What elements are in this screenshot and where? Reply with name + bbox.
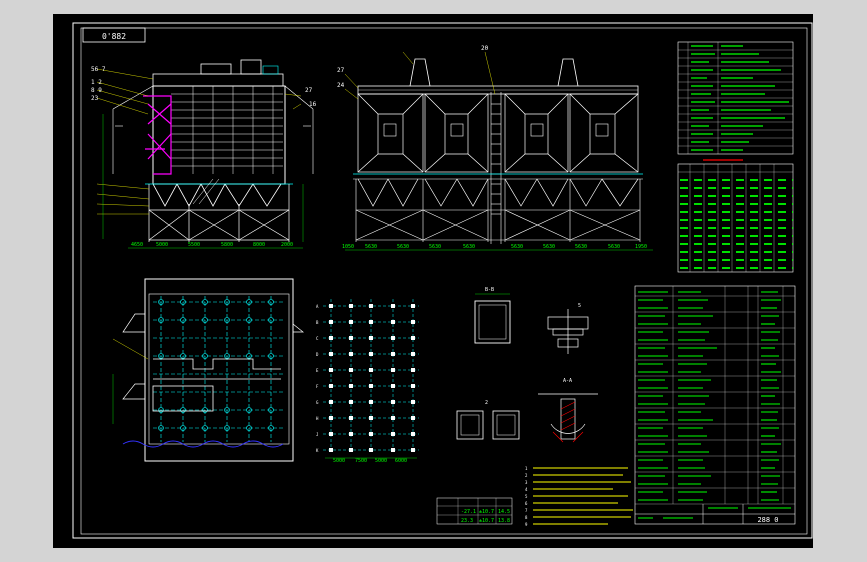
grid-row-label: J — [316, 432, 318, 437]
cad-drawing: 0'882 56 7 1 2 8 9 23 27 16 4650 5000 55… — [72, 22, 813, 539]
small-table-cell: 13.8 — [498, 518, 510, 524]
small-table-cell: -27.1 — [461, 509, 476, 515]
part-callout-23: 23 — [91, 95, 99, 102]
detail-label-b: B-B — [485, 287, 494, 293]
detail-label-a-a: A-A — [563, 378, 572, 384]
note-number: 8 — [525, 515, 528, 520]
front-dim-4: 5800 — [221, 242, 233, 248]
plan-view — [112, 278, 304, 462]
small-data-table: -27.1 ±10.7 14.5 23.3 ±10.7 13.8 — [436, 497, 513, 525]
detail-label-5: 5 — [578, 303, 581, 309]
technical-notes: 1 2 3 4 5 6 7 8 9 — [525, 466, 633, 527]
side-dim-1: 1050 — [342, 244, 354, 250]
side-callout-24: 24 — [337, 82, 345, 89]
drawing-number-top: 0'882 — [102, 32, 126, 41]
part-callout-27: 27 — [305, 87, 313, 94]
parts-list-table: 288 0 — [634, 285, 796, 525]
note-number: 5 — [525, 494, 528, 499]
front-elevation-view: 56 7 1 2 8 9 23 27 16 4650 5000 5500 580… — [91, 59, 317, 249]
front-dim-2: 5000 — [156, 242, 168, 248]
grid-row-label: A — [316, 304, 319, 309]
foundation-grid-view: A B C D E F G H J K 5000 7500 5000 6000 — [316, 299, 419, 464]
side-dim-7: 5630 — [543, 244, 555, 250]
small-table-cell: ±10.7 — [479, 518, 494, 524]
grid-row-label: D — [316, 352, 319, 357]
grid-row-label: H — [316, 416, 319, 421]
side-dim-2: 5630 — [365, 244, 377, 250]
front-dim-5: 8000 — [253, 242, 265, 248]
grid-dim-4: 6000 — [395, 458, 407, 464]
detail-views: B-B 2 5 A-A — [456, 287, 598, 443]
grid-dim-3: 5000 — [375, 458, 387, 464]
grid-row-label: F — [316, 384, 319, 389]
note-number: 7 — [525, 508, 528, 513]
side-dim-8: 5630 — [575, 244, 587, 250]
part-callout-1-2: 1 2 — [91, 79, 102, 86]
side-callout-20: 20 — [481, 45, 489, 52]
side-dim-4: 5630 — [429, 244, 441, 250]
front-dim-1: 4650 — [131, 242, 143, 248]
note-number: 4 — [525, 487, 528, 492]
note-number: 9 — [525, 522, 528, 527]
grid-row-label: G — [316, 400, 319, 405]
note-number: 3 — [525, 480, 528, 485]
small-table-cell: 14.5 — [498, 509, 510, 515]
part-callout-8-9: 8 9 — [91, 87, 102, 94]
grid-row-label: B — [316, 320, 319, 325]
detail-label-2: 2 — [485, 400, 488, 406]
grid-row-label: K — [316, 448, 319, 453]
small-table-cell: ±10.7 — [479, 509, 494, 515]
part-callout-16: 16 — [309, 101, 317, 108]
note-number: 6 — [525, 501, 528, 506]
inner-frame — [80, 27, 808, 535]
drawing-sheet: 0'882 56 7 1 2 8 9 23 27 16 4650 5000 55… — [53, 14, 813, 548]
side-dim-3: 5630 — [397, 244, 409, 250]
grid-row-label: C — [316, 336, 319, 341]
side-dim-9: 5630 — [608, 244, 620, 250]
side-dim-5: 5630 — [463, 244, 475, 250]
grid-row-label: E — [316, 368, 319, 373]
small-table-cell: 23.3 — [461, 518, 473, 524]
front-dim-3: 5500 — [188, 242, 200, 248]
spec-table — [677, 41, 794, 155]
note-number: 1 — [525, 466, 528, 471]
grid-dim-2: 7500 — [355, 458, 367, 464]
drawing-number-bottom: 288 0 — [757, 516, 778, 524]
data-table — [677, 159, 794, 273]
side-callout-27: 27 — [337, 67, 345, 74]
note-number: 2 — [525, 473, 528, 478]
side-dim-6: 5630 — [511, 244, 523, 250]
part-callout-5-6-7: 56 7 — [91, 66, 106, 73]
grid-dim-1: 5000 — [333, 458, 345, 464]
front-dim-6: 2000 — [281, 242, 293, 248]
side-dim-10: 1950 — [635, 244, 647, 250]
side-elevation-view: 27 20 24 1050 5630 5630 5630 5630 5630 5… — [337, 45, 653, 251]
